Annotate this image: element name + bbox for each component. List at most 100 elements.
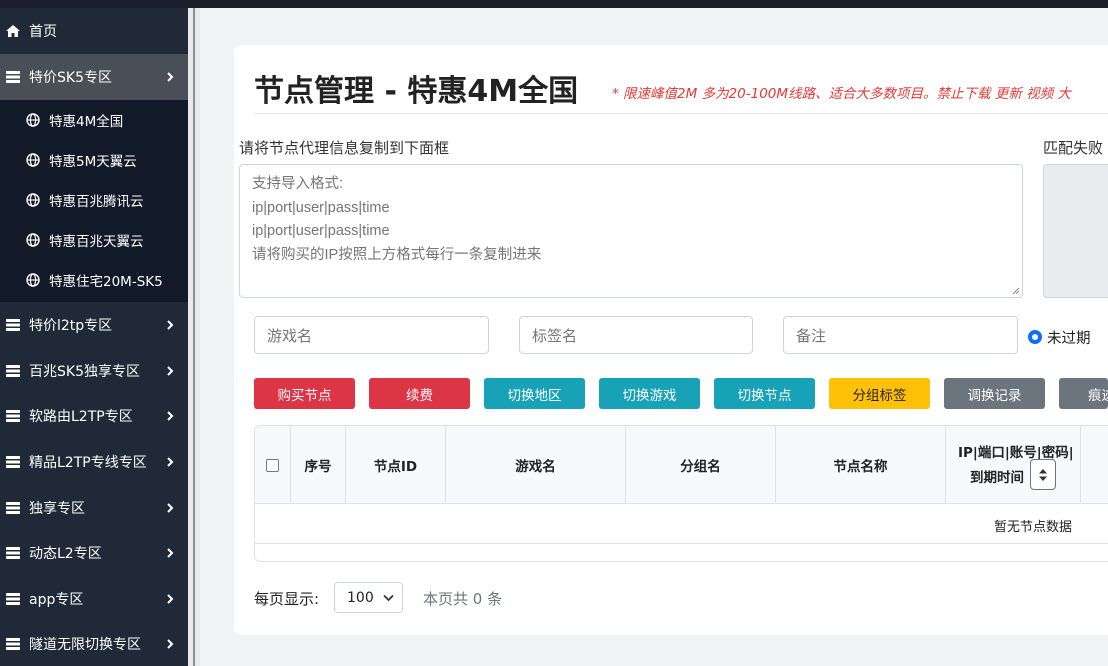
submenu-item-label: 特惠百兆天翼云 (49, 234, 144, 250)
import-textarea[interactable]: 支持导入格式: ip|port|user|pass|time ip|port|u… (239, 164, 1023, 298)
sidebar-item-home[interactable]: 首页 (0, 8, 188, 54)
tag-name-input[interactable]: 标签名 (519, 316, 753, 354)
list-icon (5, 545, 21, 561)
globe-icon (26, 153, 40, 167)
sidebar-item-label: 精品L2TP专线专区 (29, 455, 147, 471)
chevron-right-icon (167, 411, 174, 421)
sidebar-item-label: 百兆SK5独享专区 (29, 364, 140, 380)
sort-icon (1039, 468, 1047, 481)
globe-icon (26, 273, 40, 287)
sidebar-item-label: 隧道无限切换专区 (29, 637, 141, 653)
list-icon (5, 408, 21, 424)
sidebar-item-label: 特价SK5专区 (29, 70, 112, 86)
chevron-right-icon (167, 639, 174, 649)
submenu-item-4m[interactable]: 特惠4M全国 (0, 100, 188, 140)
header-ip-info: IP|端口|账号|密码| 到期时间 (946, 426, 1081, 504)
fail-output-box (1043, 164, 1108, 298)
page-size-value: 100 (347, 589, 374, 606)
page-size-label: 每页显示: (254, 590, 320, 608)
submenu-item-tianyi[interactable]: 特惠百兆天翼云 (0, 220, 188, 260)
page-total: 本页共 0 条 (423, 590, 503, 608)
header-group-name: 分组名 (626, 426, 776, 504)
swap-log-button[interactable]: 调换记录 (944, 378, 1045, 409)
header-index: 序号 (291, 426, 346, 504)
list-icon (5, 317, 21, 333)
globe-icon (26, 113, 40, 127)
sidebar-item-sk5-exclusive[interactable]: 百兆SK5独享专区 (0, 348, 188, 394)
game-name-placeholder: 游戏名 (267, 326, 313, 345)
sidebar-item-soft-router[interactable]: 软路由L2TP专区 (0, 393, 188, 439)
globe-icon (26, 193, 40, 207)
chevron-right-icon (167, 548, 174, 558)
submenu-item-tencent[interactable]: 特惠百兆腾讯云 (0, 180, 188, 220)
chevron-right-icon (167, 72, 174, 82)
sidebar: 首页 特价SK5专区 特惠4M全国 特惠5M天翼云 特惠百兆腾讯云 特惠百兆天翼… (0, 8, 188, 666)
note-placeholder: 备注 (796, 326, 827, 345)
submenu-item-label: 特惠住宅20M-SK5 (49, 274, 163, 290)
sidebar-item-premium-l2tp[interactable]: 精品L2TP专线专区 (0, 439, 188, 485)
sidebar-item-dynamic-l2[interactable]: 动态L2专区 (0, 530, 188, 576)
submenu-item-label: 特惠百兆腾讯云 (49, 194, 144, 210)
not-expired-label: 未过期 (1047, 331, 1091, 347)
globe-icon (26, 233, 40, 247)
not-expired-radio[interactable] (1028, 330, 1042, 344)
select-all-cell (255, 426, 291, 504)
list-icon (5, 500, 21, 516)
buy-node-button[interactable]: 购买节点 (254, 378, 355, 409)
chevron-right-icon (167, 366, 174, 376)
sidebar-item-l2tp[interactable]: 特价l2tp专区 (0, 302, 188, 348)
note-input[interactable]: 备注 (783, 316, 1018, 354)
tag-name-placeholder: 标签名 (532, 326, 578, 345)
renew-button[interactable]: 续费 (369, 378, 470, 409)
submenu-item-label: 特惠5M天翼云 (49, 154, 137, 170)
sidebar-item-tunnel[interactable]: 隧道无限切换专区 (0, 621, 188, 666)
header-ip-line1: IP|端口|账号|密码| (958, 445, 1074, 461)
chevron-right-icon (167, 457, 174, 467)
list-icon (5, 636, 21, 652)
sidebar-item-label: 动态L2专区 (29, 546, 102, 562)
list-icon (5, 363, 21, 379)
home-icon (5, 23, 21, 39)
chevron-down-icon (383, 594, 394, 602)
sidebar-item-sk5[interactable]: 特价SK5专区 (0, 54, 188, 100)
table-header: 序号 节点ID 游戏名 分组名 节点名称 IP|端口|账号|密码| 到期时间 (255, 426, 1108, 504)
chevron-right-icon (167, 594, 174, 604)
trace-button[interactable]: 痕迹 (1059, 378, 1108, 409)
list-icon (5, 591, 21, 607)
sidebar-item-label: 独享专区 (29, 501, 85, 517)
chevron-right-icon (167, 320, 174, 330)
import-placeholder: 支持导入格式: ip|port|user|pass|time ip|port|u… (252, 176, 542, 263)
page-title: 节点管理 - 特惠4M全国 (254, 74, 579, 109)
fail-label: 匹配失败 (1043, 139, 1104, 157)
header-game-name: 游戏名 (446, 426, 626, 504)
switch-region-button[interactable]: 切换地区 (484, 378, 585, 409)
node-table: 序号 节点ID 游戏名 分组名 节点名称 IP|端口|账号|密码| 到期时间 暂… (254, 425, 1108, 562)
list-icon (5, 69, 21, 85)
game-name-input[interactable]: 游戏名 (254, 316, 489, 354)
page-size-select[interactable]: 100 (334, 582, 403, 613)
switch-node-button[interactable]: 切换节点 (714, 378, 815, 409)
notice-text: * 限速峰值2M 多为20-100M线路、适合大多数项目。禁止下载 更新 视频 … (612, 86, 1071, 102)
sidebar-item-label: 软路由L2TP专区 (29, 409, 133, 425)
group-tag-button[interactable]: 分组标签 (829, 378, 930, 409)
select-all-checkbox[interactable] (266, 458, 279, 472)
sidebar-item-label: app专区 (29, 592, 84, 608)
divider (254, 113, 1108, 114)
sort-button[interactable] (1030, 459, 1056, 490)
sidebar-divider (188, 8, 200, 666)
list-icon (5, 454, 21, 470)
header-node-name: 节点名称 (776, 426, 946, 504)
sidebar-item-app[interactable]: app专区 (0, 576, 188, 622)
import-label: 请将节点代理信息复制到下面框 (239, 139, 450, 157)
sidebar-item-exclusive[interactable]: 独享专区 (0, 485, 188, 531)
resize-grip-icon[interactable] (1012, 287, 1020, 295)
submenu-item-5m[interactable]: 特惠5M天翼云 (0, 140, 188, 180)
sidebar-item-label: 首页 (29, 24, 57, 40)
header-ip-line2: 到期时间 (970, 470, 1024, 486)
submenu-item-residential[interactable]: 特惠住宅20M-SK5 (0, 260, 188, 300)
empty-row (255, 504, 1108, 544)
switch-game-button[interactable]: 切换游戏 (599, 378, 700, 409)
sidebar-submenu: 特惠4M全国 特惠5M天翼云 特惠百兆腾讯云 特惠百兆天翼云 特惠住宅20M-S… (0, 100, 188, 302)
submenu-item-label: 特惠4M全国 (49, 114, 124, 130)
sidebar-item-label: 特价l2tp专区 (29, 318, 113, 334)
